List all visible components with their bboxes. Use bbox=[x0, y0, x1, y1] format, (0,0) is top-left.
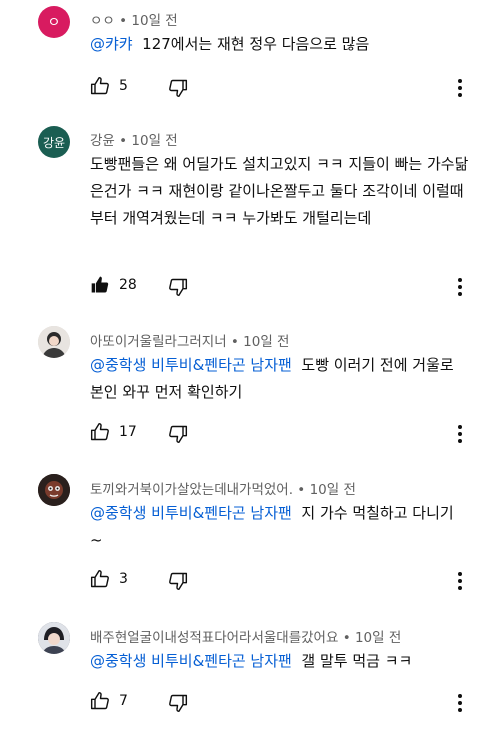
comment-meta: 강윤 • 10일 전 bbox=[90, 129, 178, 149]
comment-text: 도빵팬들은 왜 어딜가도 설치고있지 ㅋㅋ 지들이 빠는 가수닮은건가 ㅋㅋ 재… bbox=[90, 151, 470, 232]
avatar[interactable] bbox=[38, 326, 70, 358]
dislike-button[interactable] bbox=[168, 78, 188, 98]
like-button[interactable]: 5 bbox=[90, 76, 128, 96]
thumb-down-icon bbox=[169, 572, 188, 591]
comment-time: 10일 전 bbox=[354, 630, 402, 646]
comment: 아또이거울릴라그러지너 • 10일 전 @중학생 비투비&펜타곤 남자팬 도빵 … bbox=[0, 320, 480, 450]
avatar[interactable] bbox=[38, 474, 70, 506]
profile-photo-icon bbox=[38, 474, 70, 506]
comment-text: @중학생 비투비&펜타곤 남자팬 도빵 이러기 전에 거울로 본인 와꾸 먼저 … bbox=[90, 352, 462, 406]
dislike-button[interactable] bbox=[168, 424, 188, 444]
thumb-down-icon bbox=[169, 79, 188, 98]
more-vertical-icon bbox=[458, 278, 462, 296]
comment-text: @캬캬 127에서는 재현 정우 다음으로 많음 bbox=[90, 31, 462, 58]
more-vertical-icon bbox=[458, 694, 462, 712]
meta-separator: • bbox=[338, 630, 355, 646]
comment-text: @중학생 비투비&펜타곤 남자팬 갤 말투 먹금 ㅋㅋ bbox=[90, 648, 462, 675]
comment-time: 10일 전 bbox=[309, 482, 356, 498]
thumb-up-icon bbox=[90, 422, 109, 441]
thumb-up-icon bbox=[90, 76, 109, 95]
comment-actions: 7 bbox=[90, 691, 470, 715]
meta-separator: • bbox=[114, 133, 132, 149]
comment-actions: 3 bbox=[90, 569, 470, 593]
like-count: 28 bbox=[119, 277, 137, 293]
like-count: 3 bbox=[119, 571, 128, 587]
profile-photo-icon bbox=[38, 326, 70, 358]
more-options-button[interactable] bbox=[450, 275, 470, 303]
comment: ㅇ ㅇㅇ • 10일 전 @캬캬 127에서는 재현 정우 다음으로 많음 5 bbox=[0, 0, 480, 108]
avatar[interactable] bbox=[38, 622, 70, 654]
mention-link[interactable]: @캬캬 bbox=[90, 35, 133, 53]
comment-meta: 배주현얼굴이내성적표다어라서울대를갔어요 • 10일 전 bbox=[90, 626, 401, 646]
dislike-button[interactable] bbox=[168, 571, 188, 591]
thumb-down-icon bbox=[169, 278, 188, 297]
author-name[interactable]: 아또이거울릴라그러지너 bbox=[90, 334, 227, 350]
meta-separator: • bbox=[293, 482, 310, 498]
comment-body: 도빵팬들은 왜 어딜가도 설치고있지 ㅋㅋ 지들이 빠는 가수닮은건가 ㅋㅋ 재… bbox=[90, 155, 469, 227]
like-button[interactable]: 28 bbox=[90, 275, 137, 295]
mention-link[interactable]: @중학생 비투비&펜타곤 남자팬 bbox=[90, 356, 292, 374]
comment-time: 10일 전 bbox=[131, 13, 178, 29]
mention-link[interactable]: @중학생 비투비&펜타곤 남자팬 bbox=[90, 504, 292, 522]
like-button[interactable]: 3 bbox=[90, 569, 128, 589]
like-button[interactable]: 17 bbox=[90, 422, 137, 442]
avatar[interactable]: 강윤 bbox=[38, 126, 70, 158]
mention-link[interactable]: @중학생 비투비&펜타곤 남자팬 bbox=[90, 652, 292, 670]
author-name[interactable]: 토끼와거북이가살았는데내가먹었어. bbox=[90, 482, 293, 498]
author-name[interactable]: ㅇㅇ bbox=[90, 13, 115, 29]
more-options-button[interactable] bbox=[450, 76, 470, 104]
comment-time: 10일 전 bbox=[131, 133, 178, 149]
comment-meta: 토끼와거북이가살았는데내가먹었어. • 10일 전 bbox=[90, 478, 356, 498]
avatar[interactable]: ㅇ bbox=[38, 6, 70, 38]
like-count: 5 bbox=[119, 78, 128, 94]
avatar-initial: 강윤 bbox=[42, 135, 66, 150]
comment: 토끼와거북이가살았는데내가먹었어. • 10일 전 @중학생 비투비&펜타곤 남… bbox=[0, 468, 480, 598]
comment-meta: ㅇㅇ • 10일 전 bbox=[90, 9, 178, 29]
comment-time: 10일 전 bbox=[243, 334, 290, 350]
thumb-up-filled-icon bbox=[91, 276, 109, 293]
more-options-button[interactable] bbox=[450, 691, 470, 719]
comment-actions: 5 bbox=[90, 76, 470, 100]
like-count: 7 bbox=[119, 693, 128, 709]
comment: 배주현얼굴이내성적표다어라서울대를갔어요 • 10일 전 @중학생 비투비&펜타… bbox=[0, 616, 480, 740]
comment-meta: 아또이거울릴라그러지너 • 10일 전 bbox=[90, 330, 289, 350]
more-options-button[interactable] bbox=[450, 422, 470, 450]
more-options-button[interactable] bbox=[450, 569, 470, 597]
like-count: 17 bbox=[119, 424, 137, 440]
thumb-up-icon bbox=[90, 691, 109, 710]
thumb-up-icon bbox=[90, 569, 109, 588]
thumb-down-icon bbox=[169, 694, 188, 713]
comment-text: @중학생 비투비&펜타곤 남자팬 지 가수 먹칠하고 다니기~ bbox=[90, 500, 462, 554]
more-vertical-icon bbox=[458, 425, 462, 443]
more-vertical-icon bbox=[458, 572, 462, 590]
comment-actions: 17 bbox=[90, 422, 470, 446]
comment-body: 갤 말투 먹금 ㅋㅋ bbox=[301, 652, 413, 670]
avatar-initial: ㅇ bbox=[47, 15, 61, 31]
like-button[interactable]: 7 bbox=[90, 691, 128, 711]
dislike-button[interactable] bbox=[168, 277, 188, 297]
comment: 강윤 강윤 • 10일 전 도빵팬들은 왜 어딜가도 설치고있지 ㅋㅋ 지들이 … bbox=[0, 120, 480, 310]
comment-actions: 28 bbox=[90, 275, 470, 299]
author-name[interactable]: 배주현얼굴이내성적표다어라서울대를갔어요 bbox=[90, 630, 338, 646]
profile-photo-icon bbox=[38, 622, 70, 654]
comment-body: 127에서는 재현 정우 다음으로 많음 bbox=[142, 35, 370, 53]
author-name[interactable]: 강윤 bbox=[90, 133, 115, 149]
meta-separator: • bbox=[114, 13, 132, 29]
dislike-button[interactable] bbox=[168, 693, 188, 713]
more-vertical-icon bbox=[458, 79, 462, 97]
thumb-down-icon bbox=[169, 425, 188, 444]
meta-separator: • bbox=[226, 334, 244, 350]
